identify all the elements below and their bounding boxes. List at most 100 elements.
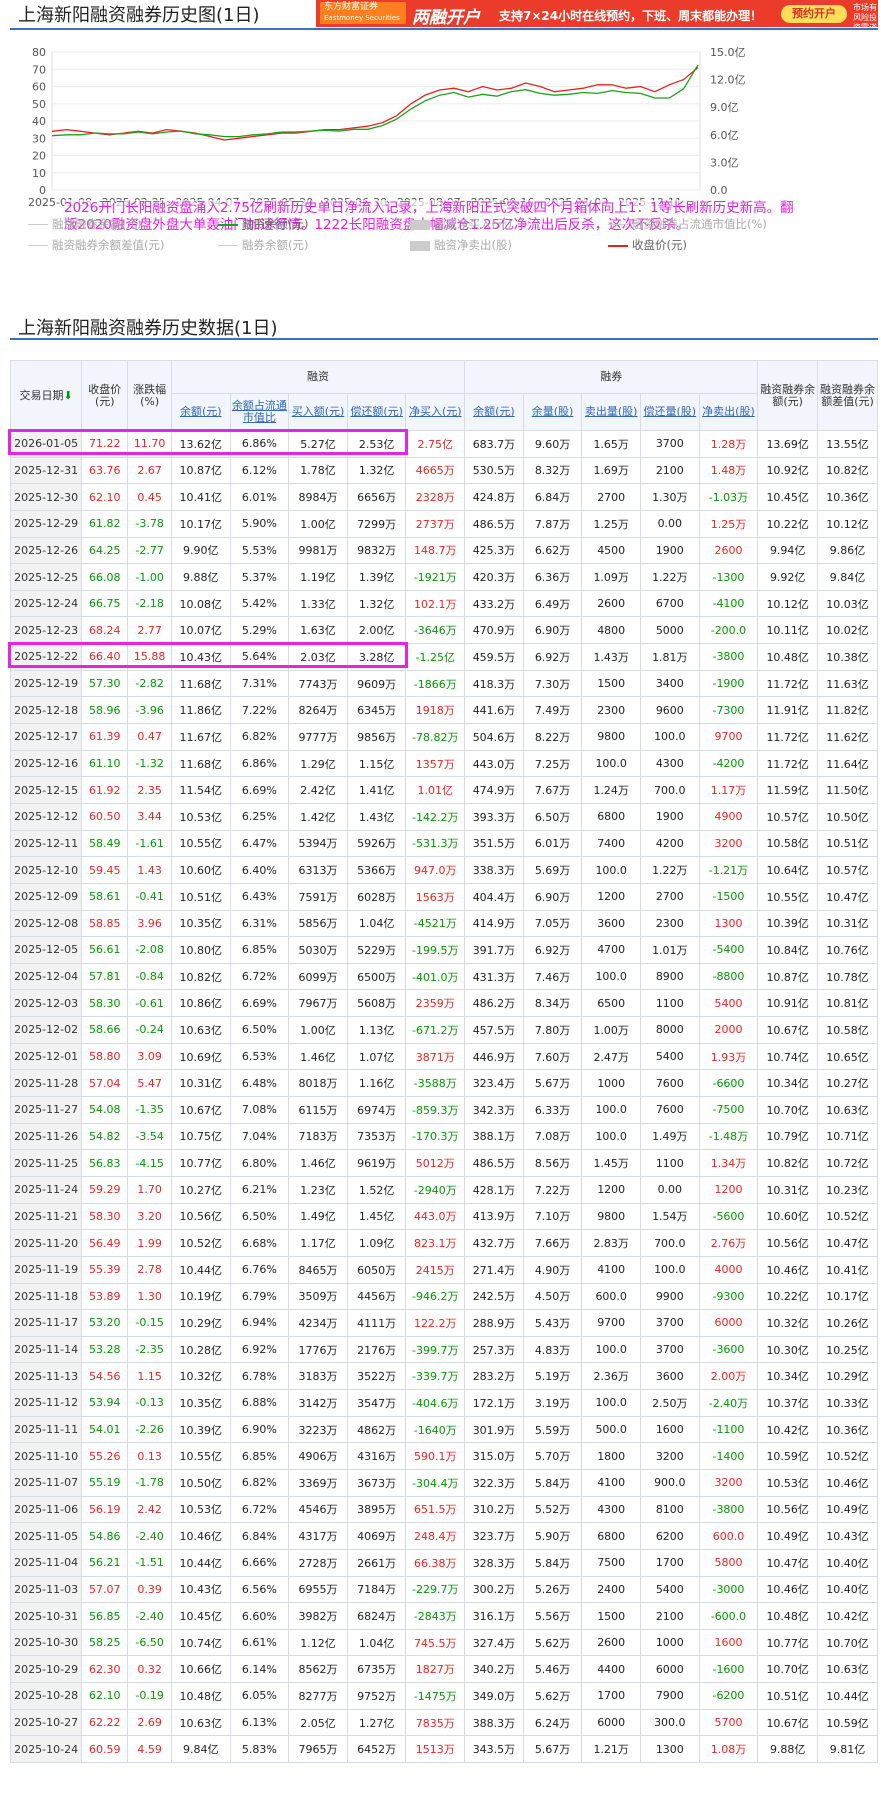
table-row: 2025-11-05 54.86 -2.40 10.46亿 6.84% 4317万 4069… bbox=[9, 1522, 878, 1550]
table-cell: 9.60万 bbox=[522, 430, 583, 458]
table-cell: 1.81万 bbox=[640, 643, 700, 671]
legend-rz-net-buy[interactable]: 融资净买入(元) bbox=[410, 216, 512, 232]
table-cell: -229.7万 bbox=[405, 1575, 466, 1604]
table-cell: 443.0万 bbox=[464, 749, 524, 778]
table-cell: 6700 bbox=[640, 589, 700, 618]
col-close[interactable]: 收盘价(元) bbox=[81, 360, 129, 431]
table-cell: 10.80亿 bbox=[170, 936, 231, 964]
legend-rq[interactable]: 融券余额(元) bbox=[218, 237, 308, 253]
table-cell: 5.84万 bbox=[522, 1468, 583, 1497]
col-chg[interactable]: 涨跌幅(%) bbox=[127, 360, 172, 431]
col-rz-repay[interactable]: 偿还额(元) bbox=[346, 393, 407, 431]
table-cell: 3.28亿 bbox=[346, 643, 407, 671]
table-cell: 10.17亿 bbox=[817, 1282, 878, 1311]
table-cell: 6345万 bbox=[346, 696, 407, 725]
table-cell: 10.53亿 bbox=[170, 802, 231, 831]
table-cell: 10.45亿 bbox=[170, 1602, 231, 1630]
col-rq-net[interactable]: 净卖出(股) bbox=[698, 393, 759, 431]
table-cell: 10.12亿 bbox=[817, 509, 878, 538]
col-rz-net[interactable]: 净买入(元) bbox=[405, 393, 466, 431]
table-cell: 7743万 bbox=[288, 669, 348, 698]
table-cell: 700.0 bbox=[640, 776, 700, 804]
table-cell: -0.13 bbox=[127, 1389, 172, 1417]
table-cell: 338.3万 bbox=[464, 856, 524, 884]
table-cell: 57.81 bbox=[81, 962, 129, 991]
col-rq-sell[interactable]: 卖出量(股) bbox=[581, 393, 641, 431]
table-cell: 9619万 bbox=[346, 1149, 407, 1177]
col-rz-buy[interactable]: 买入额(元) bbox=[288, 393, 348, 431]
col-rq-bal[interactable]: 余额(元) bbox=[464, 393, 524, 431]
table-cell: 6.48% bbox=[229, 1069, 290, 1098]
table-cell: 1000 bbox=[640, 1628, 700, 1657]
table-row: 2025-11-04 56.21 -1.51 10.44亿 6.66% 2728万 2661… bbox=[9, 1548, 878, 1577]
legend-rq-net-sell[interactable]: 融资净卖出(股) bbox=[410, 237, 512, 253]
legend-rzrq[interactable]: 融资融券余额(元) bbox=[28, 216, 141, 232]
col-rq-repay[interactable]: 偿还量(股) bbox=[640, 393, 700, 431]
table-cell: 1.43万 bbox=[581, 643, 641, 671]
col-rz-bal[interactable]: 余额(元) bbox=[170, 393, 231, 431]
table-cell: 3.96 bbox=[127, 909, 172, 938]
table-cell: 56.85 bbox=[81, 1602, 129, 1630]
table-cell: -3.96 bbox=[127, 696, 172, 725]
table-cell: 11.72亿 bbox=[757, 669, 819, 698]
table-cell: 10.37亿 bbox=[757, 1389, 819, 1417]
table-row: 2025-11-13 54.56 1.15 10.32亿 6.78% 3183万 3522万… bbox=[9, 1362, 878, 1391]
table-cell: 5012万 bbox=[405, 1149, 466, 1177]
table-cell: 10.63亿 bbox=[817, 1655, 878, 1684]
col-rzrq[interactable]: 融资融券余额(元) bbox=[757, 360, 819, 431]
legend-diff[interactable]: 融资融券余额差值(元) bbox=[28, 237, 164, 253]
table-cell: 2.76万 bbox=[698, 1229, 759, 1257]
cell-date: 2025-11-14 bbox=[9, 1335, 83, 1364]
table-cell: 7183万 bbox=[288, 1122, 348, 1151]
table-cell: 4906万 bbox=[288, 1442, 348, 1470]
table-cell: 6.12% bbox=[229, 456, 290, 485]
table-cell: 9752万 bbox=[346, 1682, 407, 1710]
table-cell: 2600 bbox=[698, 536, 759, 565]
table-cell: 5.37% bbox=[229, 563, 290, 591]
table-cell: 7600 bbox=[640, 1069, 700, 1098]
table-row: 2025-12-25 66.08 -1.00 9.88亿 5.37% 1.19亿 1.39亿… bbox=[9, 563, 878, 591]
col-date[interactable]: 交易日期⬇ bbox=[9, 360, 83, 431]
table-cell: -401.0万 bbox=[405, 962, 466, 991]
table-cell: 10.50亿 bbox=[170, 1468, 231, 1497]
table-cell: 1.17万 bbox=[698, 776, 759, 804]
table-cell: 10.36亿 bbox=[817, 1415, 878, 1444]
cell-date: 2025-12-01 bbox=[9, 1042, 83, 1071]
table-cell: 2600 bbox=[581, 1628, 641, 1657]
table-cell: 58.49 bbox=[81, 829, 129, 858]
table-cell: 1918万 bbox=[405, 696, 466, 725]
table-cell: 10.02亿 bbox=[817, 616, 878, 645]
table-cell: 10.52亿 bbox=[817, 1202, 878, 1231]
table-cell: 10.55亿 bbox=[170, 1442, 231, 1470]
table-cell: 1.24万 bbox=[581, 776, 641, 804]
col-rz-pct[interactable]: 余额占流通市值比 bbox=[229, 393, 290, 431]
table-cell: -946.2万 bbox=[405, 1282, 466, 1311]
legend-rz[interactable]: 融资余额(元) bbox=[218, 216, 308, 232]
col-diff[interactable]: 融资融券余额差值(元) bbox=[817, 360, 878, 431]
table-cell: 13.55亿 bbox=[817, 430, 878, 458]
legend-ratio[interactable]: 融资融券占流通市值比(%) bbox=[608, 216, 767, 232]
section-header: 上海新阳融资融券历史数据(1日) bbox=[10, 314, 878, 340]
legend-close[interactable]: 收盘价(元) bbox=[608, 237, 687, 253]
table-cell: 10.39亿 bbox=[170, 1415, 231, 1444]
col-rq-vol[interactable]: 余量(股) bbox=[522, 393, 583, 431]
reserve-account-button[interactable]: 预约开户 bbox=[781, 5, 847, 23]
table-cell: 1.23亿 bbox=[288, 1175, 348, 1204]
table-cell: 10.71亿 bbox=[817, 1122, 878, 1151]
ad-banner[interactable]: 东方财富证券 Eastmoney Securities 两融开户 支持7×24小时… bbox=[316, 0, 878, 27]
table-cell: 8277万 bbox=[288, 1682, 348, 1710]
table-cell: 1.15 bbox=[127, 1362, 172, 1391]
table-cell: 58.96 bbox=[81, 696, 129, 725]
table-cell: 7600 bbox=[640, 1096, 700, 1124]
table-cell: 10.74亿 bbox=[170, 1628, 231, 1657]
table-cell: 8264万 bbox=[288, 696, 348, 725]
table-cell: 327.4万 bbox=[464, 1628, 524, 1657]
table-cell: 11.62亿 bbox=[817, 723, 878, 751]
table-cell: 418.3万 bbox=[464, 669, 524, 698]
table-cell: 56.49 bbox=[81, 1229, 129, 1257]
table-cell: 283.2万 bbox=[464, 1362, 524, 1391]
table-cell: 1.33亿 bbox=[288, 589, 348, 618]
table-cell: 7.31% bbox=[229, 669, 290, 698]
table-cell: 6735万 bbox=[346, 1655, 407, 1684]
cell-date: 2025-12-12 bbox=[9, 802, 83, 831]
